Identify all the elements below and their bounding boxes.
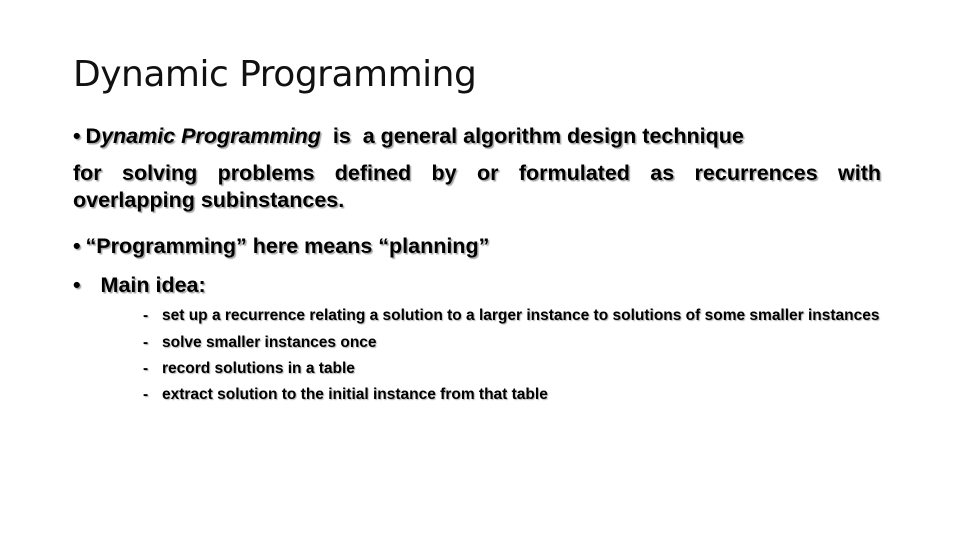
sublist-item: - extract solution to the initial instan… bbox=[143, 385, 903, 405]
bullet-definition: • Dynamic Programming is a general algori… bbox=[73, 118, 881, 215]
sublist-item: - set up a recurrence relating a solutio… bbox=[143, 306, 903, 326]
slide: Dynamic Programming • Dynamic Programming… bbox=[0, 0, 960, 540]
bullet-main-idea: • Main idea: bbox=[73, 270, 881, 300]
sublist-item-text: record solutions in a table bbox=[162, 360, 355, 377]
dash-icon: - bbox=[143, 307, 149, 324]
definition-prefix: D bbox=[85, 124, 102, 148]
definition-line-1: • Dynamic Programming is a general algori… bbox=[73, 118, 881, 155]
bullet-icon: • bbox=[73, 124, 81, 148]
sublist-item-text: solve smaller instances once bbox=[162, 334, 377, 351]
definition-emphasis: ynamic Programming bbox=[101, 124, 321, 148]
slide-title: Dynamic Programming bbox=[73, 54, 477, 95]
bullet-programming-meaning: • “Programming” here means “planning” bbox=[73, 231, 881, 261]
dash-icon: - bbox=[143, 360, 149, 377]
main-idea-label: Main idea: bbox=[100, 273, 206, 297]
programming-meaning-text: “Programming” here means “planning” bbox=[85, 234, 490, 258]
sublist-item: - record solutions in a table bbox=[143, 359, 903, 379]
dash-icon: - bbox=[143, 334, 149, 351]
sublist-item-text: set up a recurrence relating a solution … bbox=[162, 307, 880, 324]
sublist-item-text: extract solution to the initial instance… bbox=[162, 386, 548, 403]
bullet-icon: • bbox=[73, 234, 81, 258]
main-idea-sublist: - set up a recurrence relating a solutio… bbox=[143, 306, 903, 411]
bullet-icon: • bbox=[73, 273, 81, 297]
sublist-item: - solve smaller instances once bbox=[143, 333, 903, 353]
definition-rest: is a general algorithm design technique bbox=[320, 124, 744, 148]
dash-icon: - bbox=[143, 386, 149, 403]
